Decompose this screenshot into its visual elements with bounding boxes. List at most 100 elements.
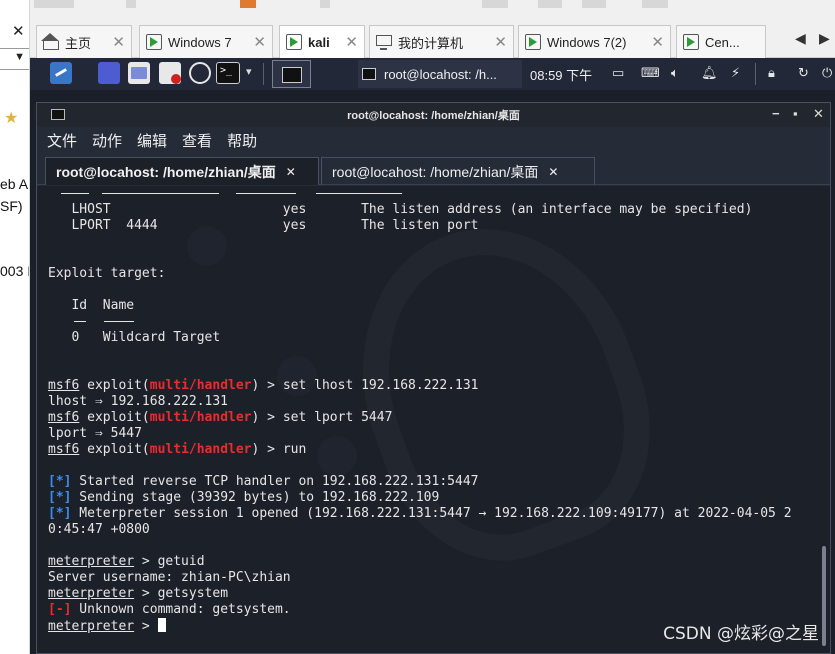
msf-prompt: msf6 (48, 378, 80, 393)
host-dropdown[interactable]: ▼ (0, 48, 29, 70)
kali-menu-icon[interactable] (50, 62, 72, 84)
command-text: set lport 5447 (282, 410, 393, 425)
option-row-lhost: LHOST yes The listen address (an interfa… (48, 202, 753, 217)
vm-icon (683, 34, 699, 50)
close-icon[interactable]: ✕ (651, 33, 664, 51)
close-icon[interactable]: ✕ (112, 33, 125, 51)
tab-home[interactable]: 主页 ✕ (36, 25, 132, 58)
terminal-icon (362, 68, 376, 80)
terminal-scrollbar[interactable] (822, 546, 826, 646)
text-cursor (157, 618, 166, 632)
vm-icon (146, 34, 162, 50)
option-row-lport: LPORT 4444 yes The listen port (48, 218, 479, 233)
close-icon[interactable]: ✕ (813, 106, 824, 122)
tab-label: 主页 (65, 35, 92, 51)
star-icon[interactable]: ★ (4, 108, 18, 128)
workspace-icon[interactable] (98, 62, 120, 84)
menu-help[interactable]: 帮助 (227, 130, 257, 151)
meterpreter-prompt: meterpreter (48, 554, 135, 569)
computer-icon (376, 35, 392, 50)
tab-label: Windows 7 (168, 34, 232, 50)
chevron-down-icon: ▼ (14, 51, 25, 63)
tab-windows-7-2[interactable]: Windows 7(2) ✕ (518, 25, 671, 58)
info-line: [*] Meterpreter session 1 opened (192.16… (48, 506, 792, 521)
csdn-watermark: CSDN @炫彩@之星 (663, 624, 819, 644)
vm-icon (286, 34, 302, 50)
maximize-icon[interactable]: ▪ (793, 106, 798, 121)
menu-file[interactable]: 文件 (47, 130, 77, 151)
home-icon (41, 32, 59, 50)
terminal-tab-1[interactable]: root@locahost: /home/zhian/桌面 ✕ (45, 157, 319, 185)
tab-label: root@locahost: /home/zhian/桌面 (332, 163, 539, 180)
screen-icon[interactable]: ▭ (612, 65, 624, 81)
close-icon[interactable]: ✕ (494, 33, 507, 51)
tab-windows-7[interactable]: Windows 7 ✕ (139, 25, 273, 58)
command-line: msf6 exploit(multi/handler) > set lport … (48, 410, 393, 425)
terminal-lines: LHOST yes The listen address (an interfa… (48, 186, 828, 634)
menu-view[interactable]: 查看 (182, 130, 212, 151)
keyboard-icon[interactable]: ⌨ (641, 65, 660, 81)
menu-edit[interactable]: 编辑 (137, 130, 167, 151)
volume-icon[interactable]: 🔈︎ (671, 65, 679, 81)
close-icon[interactable]: ✕ (286, 165, 296, 179)
close-icon[interactable]: ✕ (253, 33, 266, 51)
exploit-target-heading: Exploit target: (48, 266, 166, 281)
text-editor-icon[interactable] (159, 62, 181, 84)
command-line: msf6 exploit(multi/handler) > run (48, 442, 307, 457)
window-titlebar[interactable]: root@locahost: /home/zhian/桌面 − ▪ ✕ (37, 103, 830, 127)
bell-icon[interactable]: 🔔︎ (701, 65, 718, 81)
power-off-icon[interactable]: ⏻ (822, 65, 832, 81)
tab-my-computer[interactable]: 我的计算机 ✕ (369, 25, 514, 58)
command-output: Server username: zhian-PC\zhian (48, 570, 291, 585)
command-output: lport ⇒ 5447 (48, 426, 142, 441)
meterpreter-command-line: meterpreter > getsystem (48, 586, 229, 601)
left-text-fragment: 003 I (0, 263, 30, 279)
refresh-icon[interactable]: ↻ (798, 65, 809, 81)
meterpreter-prompt: meterpreter (48, 619, 135, 634)
browser-icon[interactable] (189, 62, 211, 84)
info-tag: [*] (48, 474, 72, 489)
taskbar-terminal-item[interactable]: root@locahost: /h... (358, 60, 522, 88)
kali-top-panel: ▾ root@locahost: /h... 08:59 下午 ▭ ⌨ 🔈︎ 🔔… (30, 58, 835, 90)
command-text: getsystem (157, 586, 229, 601)
tab-scroll-left-icon[interactable]: ◀ (795, 30, 806, 47)
left-text-fragment: eb A (0, 176, 29, 192)
host-toolbar-strip (30, 0, 835, 16)
menu-action[interactable]: 动作 (92, 130, 122, 151)
target-table-underline (48, 314, 828, 330)
tab-kali[interactable]: kali ✕ (279, 25, 365, 58)
chevron-down-icon[interactable]: ▾ (246, 65, 252, 78)
panel-clock[interactable]: 08:59 下午 (530, 65, 592, 84)
meterpreter-prompt: meterpreter (48, 586, 135, 601)
terminal-output[interactable]: LHOST yes The listen address (an interfa… (37, 186, 830, 653)
module-name: multi/handler (149, 378, 252, 393)
error-line: [-] Unknown command: getsystem. (48, 602, 291, 617)
terminal-launcher-icon[interactable] (216, 62, 240, 84)
target-table-header: Id Name (48, 298, 135, 313)
close-icon[interactable]: ✕ (548, 165, 558, 179)
error-tag: [-] (48, 602, 72, 617)
terminal-tab-2[interactable]: root@locahost: /home/zhian/桌面 ✕ (321, 157, 595, 185)
close-icon[interactable]: ✕ (12, 22, 25, 40)
msf-prompt: msf6 (48, 410, 80, 425)
active-window-button[interactable] (272, 60, 311, 88)
target-table-row: 0 Wildcard Target (48, 330, 221, 345)
table-underline-row (48, 186, 828, 202)
info-tag: [*] (48, 490, 72, 505)
vm-icon (525, 34, 541, 50)
panel-separator (263, 63, 264, 85)
tab-centos[interactable]: Cen... (676, 25, 766, 58)
close-icon[interactable]: ✕ (345, 33, 358, 51)
tab-label: root@locahost: /home/zhian/桌面 (56, 163, 276, 180)
tab-label: 我的计算机 (398, 35, 464, 51)
command-text: run (282, 442, 307, 457)
meterpreter-command-line: meterpreter > getuid (48, 554, 205, 569)
lock-icon[interactable]: 🔒︎ (768, 65, 775, 81)
window-title: root@locahost: /home/zhian/桌面 (347, 110, 520, 122)
file-manager-icon[interactable] (128, 62, 150, 84)
tab-label: Windows 7(2) (547, 34, 627, 50)
power-icon[interactable]: ⚡ (731, 65, 740, 81)
msf-prompt: msf6 (48, 442, 80, 457)
minimize-icon[interactable]: − (772, 106, 780, 121)
tab-scroll-right-icon[interactable]: ▶ (819, 30, 830, 47)
